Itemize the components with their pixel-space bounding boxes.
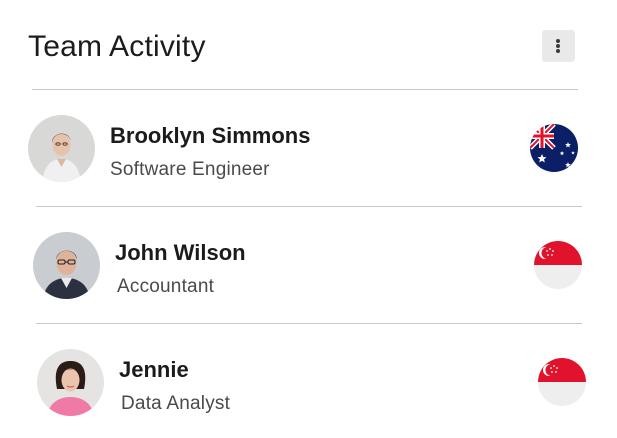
member-role: Data Analyst [121, 393, 231, 414]
member-role: Software Engineer [110, 159, 270, 180]
member-name: Jennie [119, 357, 189, 382]
more-vertical-icon [556, 39, 560, 43]
more-options-button[interactable] [542, 30, 575, 61]
avatar [33, 232, 100, 299]
member-name: John Wilson [115, 240, 246, 265]
avatar [28, 115, 95, 182]
row-divider [36, 323, 582, 324]
australia-flag-icon [530, 124, 578, 172]
row-divider [36, 206, 582, 207]
header-divider [32, 89, 578, 90]
member-name: Brooklyn Simmons [110, 123, 311, 148]
member-role: Accountant [117, 276, 215, 297]
singapore-flag-icon [538, 358, 586, 406]
avatar [37, 349, 104, 416]
singapore-flag-icon [534, 241, 582, 289]
page-title: Team Activity [28, 30, 206, 63]
